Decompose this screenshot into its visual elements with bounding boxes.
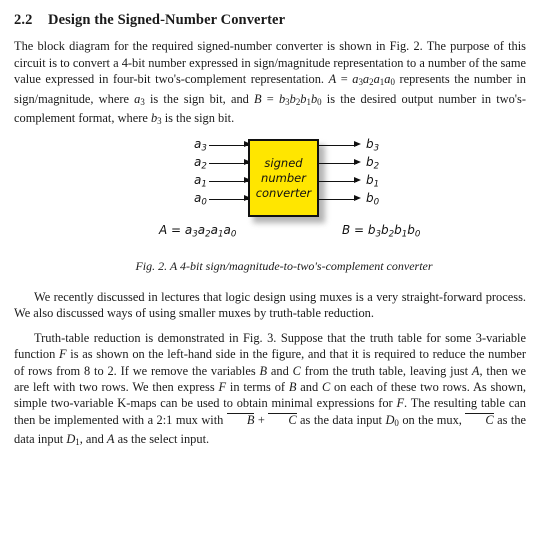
block-diagram: a3 a2 a1 a0 signed number converter b3 b… — [14, 136, 540, 251]
par3-text-f: in terms of — [226, 380, 289, 395]
paragraph-muxes: We recently discussed in lectures that l… — [14, 289, 526, 320]
var-D-2: D — [66, 432, 76, 447]
input-label-a1: a1 — [194, 172, 207, 189]
box-line-1: signed — [264, 155, 303, 170]
par3-text-j: as the data input — [296, 412, 386, 427]
output-label-b1: b1 — [366, 172, 380, 189]
box-line-3: converter — [255, 185, 312, 200]
input-sub-a3: 3 — [201, 142, 207, 153]
par3-text-d: from the truth table, leaving just — [300, 363, 472, 378]
arrow-out-b0 — [354, 195, 361, 202]
par3-text-k: on the mux, — [398, 412, 466, 427]
input-label-a0: a0 — [194, 190, 207, 207]
box-line-2: number — [261, 170, 306, 185]
output-sub-b2: 2 — [373, 160, 380, 171]
var-b3b2b1b0: b3b2b1b0 — [279, 92, 322, 107]
output-sub-b1: 1 — [373, 178, 380, 189]
eq-B-t1: b — [381, 222, 389, 237]
var-a3a2a1a0: a3a2a1a0 — [352, 72, 395, 87]
var-B-bar: B — [226, 412, 255, 427]
input-sub-a1: 1 — [201, 178, 207, 189]
wire-out-b1 — [319, 180, 357, 182]
var-C-bar-2: C — [465, 412, 494, 427]
par3-text-m: , and — [79, 432, 107, 447]
wire-out-b0 — [319, 198, 357, 200]
eq-A-t2: a — [210, 222, 218, 237]
var-C-2: C — [321, 380, 331, 395]
eq-sign-1: = — [336, 71, 353, 86]
par3-text-n: as the select input. — [114, 432, 210, 447]
arrow-out-b3 — [354, 141, 361, 148]
var-a3-inline: a3 — [134, 92, 145, 107]
paragraph-intro: The block diagram for the required signe… — [14, 38, 526, 129]
paragraph-truth-table: Truth-table reduction is demonstrated in… — [14, 330, 526, 451]
section-title: Design the Signed-Number Converter — [48, 12, 286, 28]
input-sub-a2: 2 — [201, 160, 207, 171]
eq-A-lhs: A — [159, 222, 168, 237]
equation-A: A = a3a2a1a0 — [159, 223, 236, 239]
par3-text-g: and — [296, 380, 322, 395]
arrow-out-b2 — [354, 159, 361, 166]
par1-text-e: is the sign bit. — [161, 111, 235, 126]
var-C-1: C — [292, 363, 301, 378]
output-label-b0: b0 — [366, 190, 380, 207]
eq-A-s3: 0 — [230, 228, 237, 239]
var-B: B — [254, 91, 262, 106]
signed-number-converter-block: signed number converter — [248, 138, 319, 217]
eq-B-s3: 0 — [414, 228, 421, 239]
eq-B-lhs: B — [342, 222, 351, 237]
eq-B-eq: = — [350, 222, 368, 237]
var-F-2: F — [218, 380, 227, 395]
var-D1: D1 — [66, 432, 79, 447]
document-page: 2.2 Design the Signed-Number Converter Th… — [0, 0, 540, 553]
section-number: 2.2 — [14, 12, 33, 28]
par1-text-c: is the sign bit, and — [144, 91, 255, 106]
var-F-3: F — [396, 396, 405, 411]
var-F-1: F — [59, 347, 67, 362]
input-label-a2: a2 — [194, 154, 207, 171]
eq-B-t0: b — [367, 222, 376, 237]
output-label-b2: b2 — [366, 154, 380, 171]
eq-A-eq: = — [167, 222, 185, 237]
var-B-1: B — [259, 363, 268, 378]
par3-text-c: and — [267, 363, 293, 378]
output-sub-b0: 0 — [373, 196, 380, 207]
var-C-bar: C — [268, 412, 297, 427]
figure-caption: Fig. 2. A 4-bit sign/magnitude-to-two's-… — [135, 258, 433, 273]
var-b3-inline: b3 — [151, 111, 162, 126]
page-title: 2.2 Design the Signed-Number Converter — [14, 12, 526, 29]
figure-2: a3 a2 a1 a0 signed number converter b3 b… — [14, 136, 540, 289]
eq-A-t3: a — [223, 222, 231, 237]
eq-B-t3: b — [407, 222, 415, 237]
output-sub-b3: 3 — [373, 142, 380, 153]
output-label-b3: b3 — [366, 136, 380, 153]
document-content: 2.2 Design the Signed-Number Converter Th… — [0, 0, 540, 451]
equation-B: B = b3b2b1b0 — [342, 223, 420, 239]
eq-sign-2: = — [261, 91, 279, 106]
plus-sign: + — [254, 412, 269, 427]
eq-B-t2: b — [394, 222, 402, 237]
input-label-a3: a3 — [194, 136, 207, 153]
var-D0: D0 — [385, 413, 398, 428]
wire-out-b2 — [319, 162, 357, 164]
input-sub-a0: 0 — [201, 196, 207, 207]
arrow-out-b1 — [354, 177, 361, 184]
wire-out-b3 — [319, 144, 357, 146]
